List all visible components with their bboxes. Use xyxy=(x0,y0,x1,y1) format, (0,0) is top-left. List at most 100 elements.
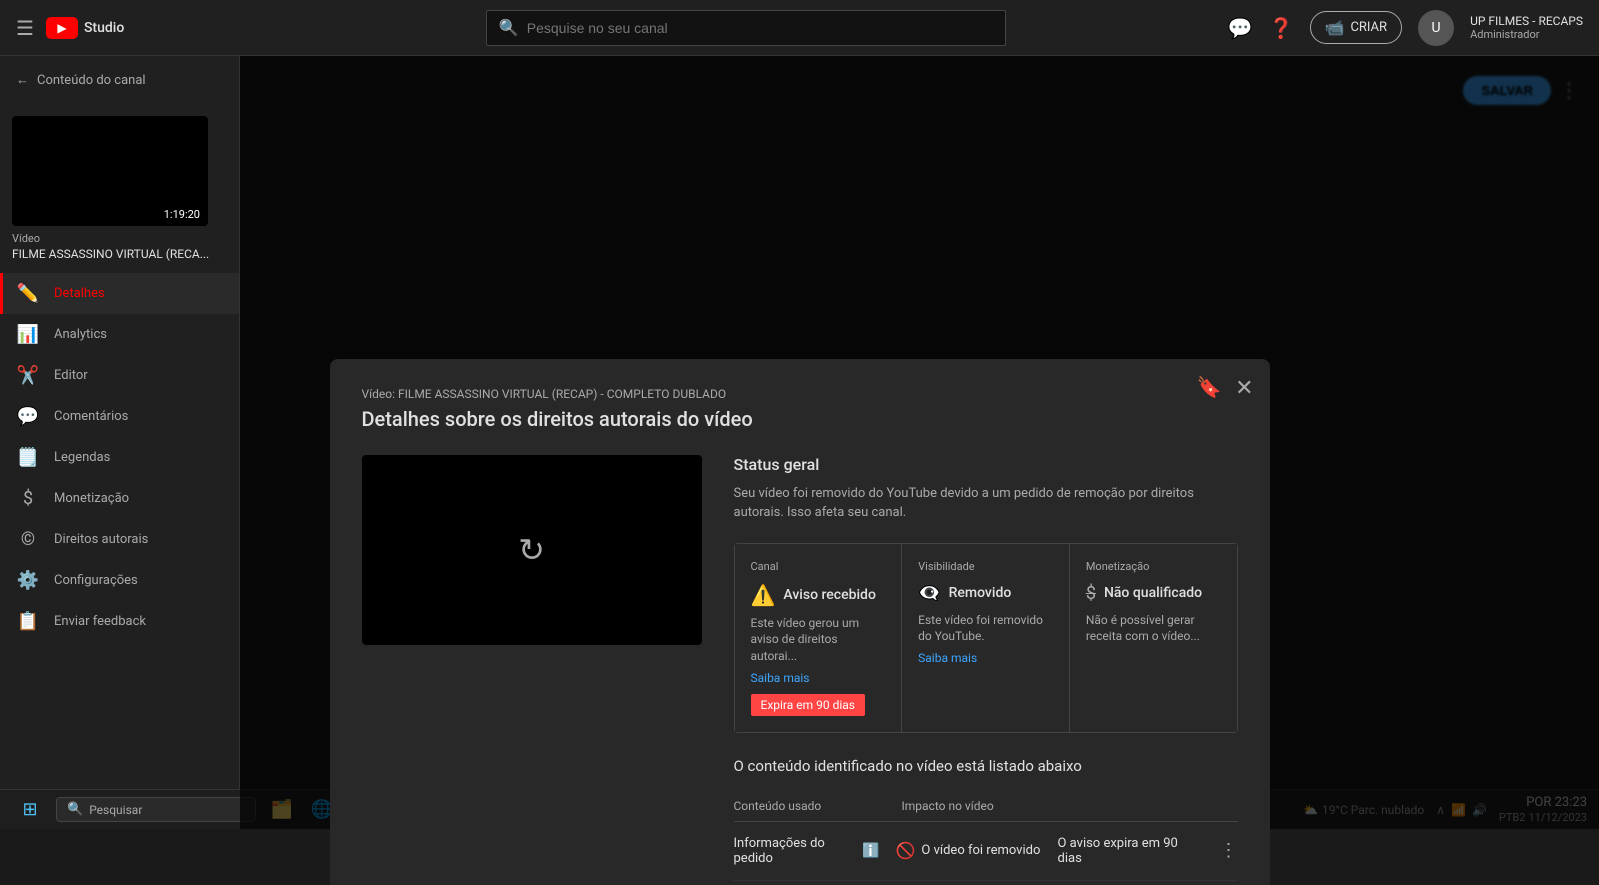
sidebar-item-feedback-label: Enviar feedback xyxy=(54,614,146,629)
taskbar-search[interactable]: 🔍 Pesquisar xyxy=(56,797,256,822)
sidebar-item-comentarios-label: Comentários xyxy=(54,409,128,424)
sidebar-item-configuracoes[interactable]: ⚙️ Configurações xyxy=(0,560,239,601)
status-card-visibilidade-header: Visibilidade xyxy=(918,560,1053,573)
status-card-monetizacao-header: Monetização xyxy=(1086,560,1221,573)
comentarios-icon: 💬 xyxy=(16,406,40,427)
sidebar-item-monetizacao-label: Monetização xyxy=(54,491,129,506)
taskbar-search-icon: 🔍 xyxy=(67,802,83,817)
back-icon: ← xyxy=(16,72,29,88)
modal-bookmark-button[interactable]: 🔖 xyxy=(1197,375,1222,400)
removed-eye-icon: 👁️‍🗨️ xyxy=(918,583,940,604)
user-info: UP FILMES - RECAPS Administrador xyxy=(1470,14,1583,41)
hamburger-icon[interactable]: ☰ xyxy=(16,16,34,40)
status-description: Seu vídeo foi removido do YouTube devido… xyxy=(734,484,1238,523)
col-header-empty1 xyxy=(1070,799,1222,813)
modal-body: ↻ Status geral Seu vídeo foi removido do… xyxy=(362,455,1238,881)
status-title: Status geral xyxy=(734,455,1238,474)
editor-icon: ✂️ xyxy=(16,365,40,386)
warning-icon: ⚠️ xyxy=(751,583,776,607)
windows-icon: ⊞ xyxy=(22,799,37,820)
status-monetizacao-desc: Não é possível gerar receita com o vídeo… xyxy=(1086,612,1221,646)
saiba-mais-visibilidade[interactable]: Saiba mais xyxy=(918,651,977,665)
sidebar-item-detalhes[interactable]: ✏️ Detalhes xyxy=(0,273,239,314)
legendas-icon: 🗒️ xyxy=(16,447,40,468)
sidebar-item-configuracoes-label: Configurações xyxy=(54,573,138,588)
sidebar-item-legendas[interactable]: 🗒️ Legendas xyxy=(0,437,239,478)
message-icon[interactable]: 💬 xyxy=(1228,16,1253,40)
analytics-icon: 📊 xyxy=(16,324,40,345)
search-bar[interactable]: 🔍 xyxy=(486,10,1006,46)
status-card-monetizacao: Monetização $ Não qualificado Não é poss… xyxy=(1070,544,1237,732)
thumbnail-section: 1:19:20 Vídeo FILME ASSASSINO VIRTUAL (R… xyxy=(0,104,239,273)
content-table-header: Conteúdo usado Impacto no vídeo xyxy=(734,791,1238,822)
status-card-visibilidade: Visibilidade 👁️‍🗨️ Removido Este vídeo f… xyxy=(902,544,1069,732)
video-thumbnail: 1:19:20 xyxy=(12,116,208,226)
col-header-impacto: Impacto no vídeo xyxy=(902,799,1054,813)
user-role: Administrador xyxy=(1470,28,1583,41)
content-table-title: O conteúdo identificado no vídeo está li… xyxy=(734,757,1238,775)
video-duration: 1:19:20 xyxy=(160,207,204,222)
topbar-left: ☰ Studio xyxy=(0,16,280,40)
modal-title: Detalhes sobre os direitos autorais do v… xyxy=(362,407,1238,431)
saiba-mais-canal[interactable]: Saiba mais xyxy=(751,671,810,685)
taskbar-search-placeholder: Pesquisar xyxy=(89,803,142,817)
search-icon: 🔍 xyxy=(499,18,519,37)
feedback-icon: 📋 xyxy=(16,611,40,632)
sidebar-item-editor[interactable]: ✂️ Editor xyxy=(0,355,239,396)
topbar-right: 💬 ❓ 📹 CRIAR U UP FILMES - RECAPS Adminis… xyxy=(1212,10,1599,46)
status-card-visibilidade-content: 👁️‍🗨️ Removido xyxy=(918,583,1053,604)
detalhes-icon: ✏️ xyxy=(16,283,40,304)
loading-spinner: ↻ xyxy=(518,531,545,569)
sidebar: ← Conteúdo do canal 1:19:20 Vídeo FILME … xyxy=(0,56,240,829)
copyright-details-modal: Vídeo: FILME ASSASSINO VIRTUAL (RECAP) -… xyxy=(330,359,1270,885)
youtube-logo: Studio xyxy=(46,17,124,39)
youtube-icon xyxy=(46,17,78,39)
configuracoes-icon: ⚙️ xyxy=(16,570,40,591)
video-label: Vídeo xyxy=(12,232,227,245)
sidebar-item-monetizacao[interactable]: $ Monetização xyxy=(0,478,239,519)
status-card-canal: Canal ⚠️ Aviso recebido Este vídeo gerou… xyxy=(735,544,902,732)
status-visibilidade-label: Removido xyxy=(949,585,1012,601)
help-icon[interactable]: ❓ xyxy=(1269,16,1294,40)
sidebar-back[interactable]: ← Conteúdo do canal xyxy=(0,56,239,104)
user-name: UP FILMES - RECAPS xyxy=(1470,14,1583,28)
modal-close-button[interactable]: ✕ xyxy=(1235,375,1253,401)
criar-icon: 📹 xyxy=(1325,18,1345,37)
criar-button[interactable]: 📹 CRIAR xyxy=(1310,11,1403,44)
blocked-dollar-icon: $ xyxy=(1086,583,1096,604)
topbar-center: 🔍 xyxy=(280,10,1212,46)
status-card-canal-header: Canal xyxy=(751,560,886,573)
status-card-canal-content: ⚠️ Aviso recebido xyxy=(751,583,886,607)
criar-label: CRIAR xyxy=(1350,20,1387,35)
col-header-conteudo: Conteúdo usado xyxy=(734,799,886,813)
sidebar-item-analytics[interactable]: 📊 Analytics xyxy=(0,314,239,355)
sidebar-item-direitos-label: Direitos autorais xyxy=(54,532,148,547)
status-canal-label: Aviso recebido xyxy=(783,587,875,603)
avatar[interactable]: U xyxy=(1418,10,1454,46)
sidebar-item-analytics-label: Analytics xyxy=(54,327,107,342)
expira-badge: Expira em 90 dias xyxy=(751,694,866,716)
video-preview-image: ↻ xyxy=(362,455,702,645)
monetizacao-icon: $ xyxy=(16,488,40,509)
start-button[interactable]: ⊞ xyxy=(12,792,48,828)
status-canal-desc: Este vídeo gerou um aviso de direitos au… xyxy=(751,615,886,665)
sidebar-item-detalhes-label: Detalhes xyxy=(54,286,105,301)
status-monetizacao-label: Não qualificado xyxy=(1104,585,1202,601)
status-card-monetizacao-content: $ Não qualificado xyxy=(1086,583,1221,604)
sidebar-item-feedback[interactable]: 📋 Enviar feedback xyxy=(0,601,239,642)
sidebar-item-legendas-label: Legendas xyxy=(54,450,110,465)
status-visibilidade-desc: Este vídeo foi removido do YouTube. xyxy=(918,612,1053,646)
topbar: ☰ Studio 🔍 💬 ❓ 📹 CRIAR U UP FILMES - REC… xyxy=(0,0,1599,56)
sidebar-item-editor-label: Editor xyxy=(54,368,88,383)
status-section: Status geral Seu vídeo foi removido do Y… xyxy=(734,455,1238,881)
sidebar-back-label: Conteúdo do canal xyxy=(37,73,146,88)
direitos-icon: © xyxy=(16,529,40,550)
video-title: FILME ASSASSINO VIRTUAL (RECA... xyxy=(12,247,227,261)
sidebar-item-comentarios[interactable]: 💬 Comentários xyxy=(0,396,239,437)
sidebar-item-direitos[interactable]: © Direitos autorais xyxy=(0,519,239,560)
studio-label: Studio xyxy=(84,20,124,36)
status-cards: Canal ⚠️ Aviso recebido Este vídeo gerou… xyxy=(734,543,1238,733)
video-preview: ↻ xyxy=(362,455,702,881)
modal-video-label: Vídeo: FILME ASSASSINO VIRTUAL (RECAP) -… xyxy=(362,387,1238,401)
search-input[interactable] xyxy=(527,20,993,36)
